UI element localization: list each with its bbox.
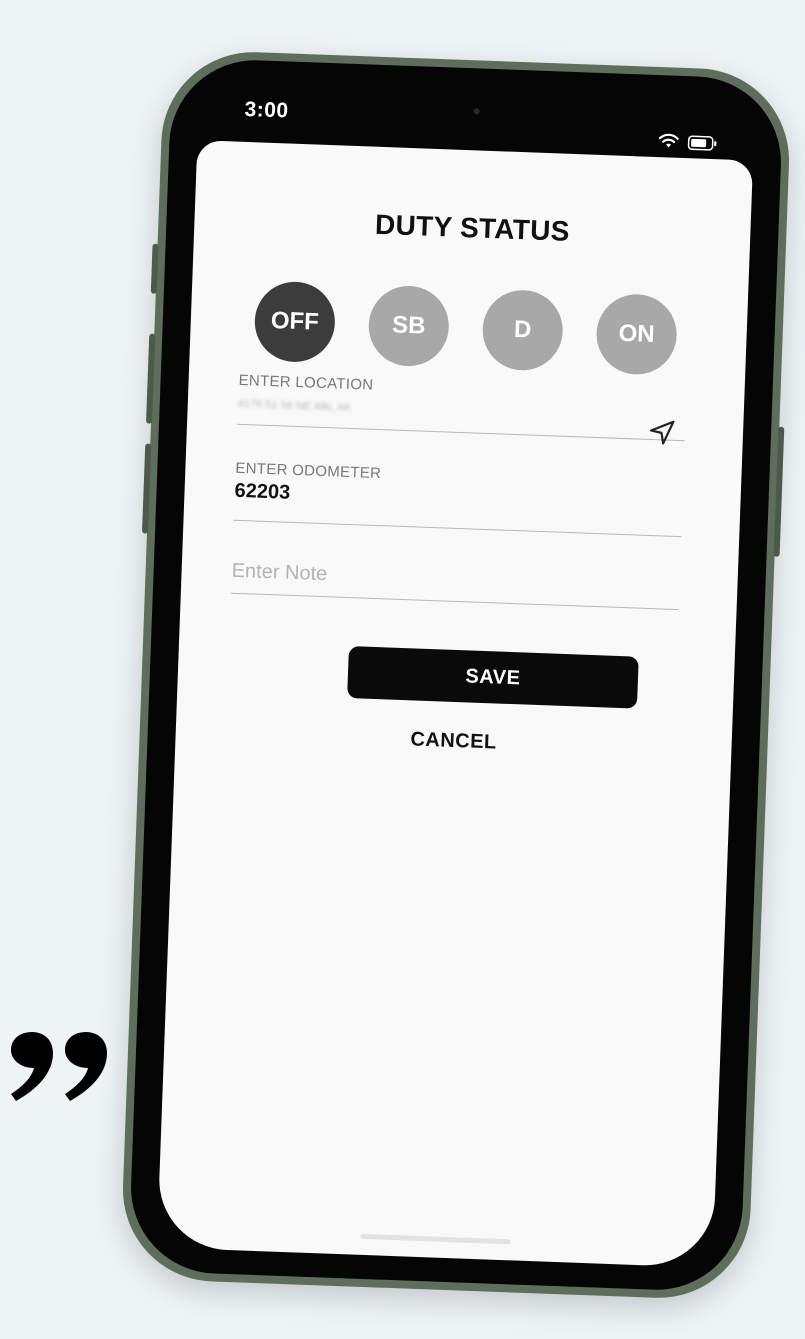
status-bar: 3:00 bbox=[228, 89, 725, 151]
home-indicator bbox=[360, 1233, 511, 1245]
battery-icon bbox=[687, 135, 718, 151]
odometer-underline bbox=[233, 519, 682, 538]
front-camera bbox=[473, 108, 480, 115]
note-field[interactable] bbox=[230, 559, 680, 611]
app-screen: DUTY STATUS OFF SB D ON ENTER LOCATION 4… bbox=[156, 140, 754, 1268]
note-input[interactable] bbox=[231, 559, 680, 600]
navigation-arrow-icon[interactable] bbox=[646, 417, 677, 453]
duty-status-selector: OFF SB D ON bbox=[253, 280, 679, 376]
odometer-field[interactable]: ENTER ODOMETER 62203 bbox=[233, 460, 684, 538]
status-time: 3:00 bbox=[244, 97, 290, 123]
phone-device: 3:00 DUTY STATUS OFF SB D ON ENTER LOCAT… bbox=[119, 48, 793, 1302]
cancel-button[interactable]: CANCEL bbox=[175, 720, 731, 763]
page-title: DUTY STATUS bbox=[374, 208, 571, 247]
status-off-button[interactable]: OFF bbox=[253, 280, 337, 364]
status-d-button[interactable]: D bbox=[481, 288, 565, 372]
save-button[interactable]: SAVE bbox=[347, 646, 639, 709]
wifi-icon bbox=[657, 133, 680, 150]
location-field[interactable]: ENTER LOCATION 4176 51 56 NE Alki, AK bbox=[237, 372, 687, 445]
location-value[interactable]: 4176 51 56 NE Alki, AK bbox=[237, 398, 685, 434]
status-sb-button[interactable]: SB bbox=[367, 284, 451, 368]
phone-bezel: 3:00 DUTY STATUS OFF SB D ON ENTER LOCAT… bbox=[127, 57, 785, 1293]
status-icons bbox=[657, 133, 718, 151]
closing-quote-icon bbox=[8, 1030, 113, 1110]
page-stage: 3:00 DUTY STATUS OFF SB D ON ENTER LOCAT… bbox=[0, 0, 805, 1339]
status-on-button[interactable]: ON bbox=[595, 292, 679, 376]
